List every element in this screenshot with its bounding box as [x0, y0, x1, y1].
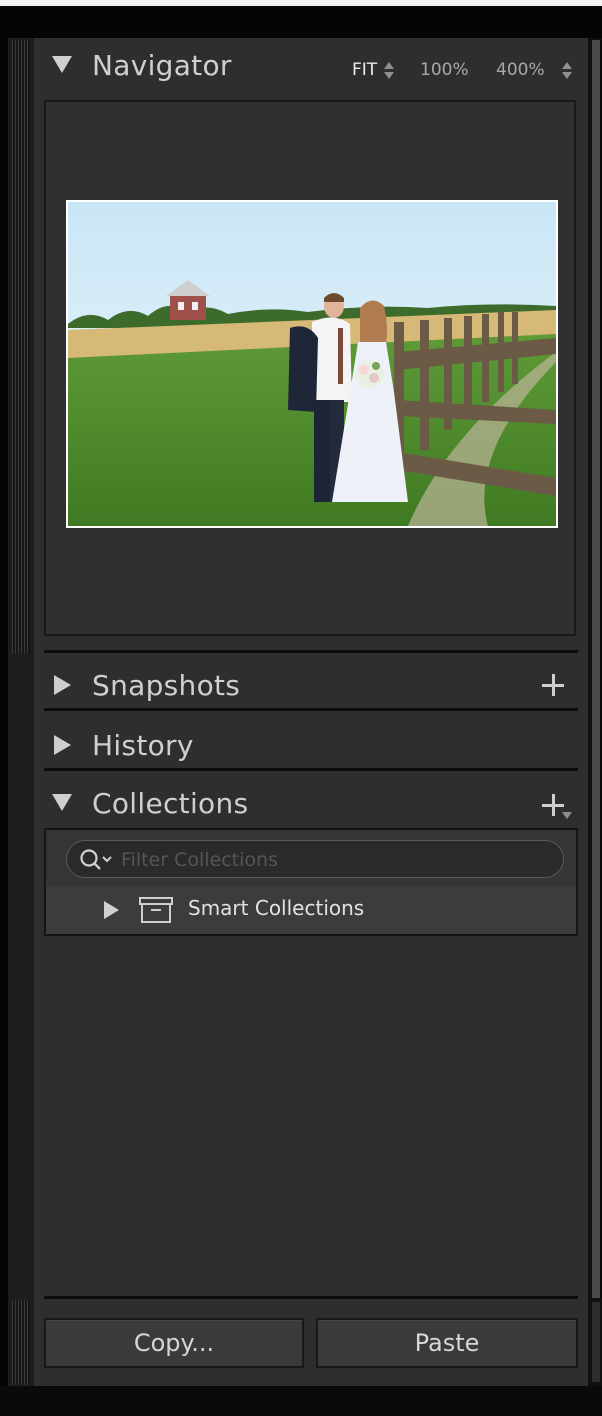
zoom-up-icon[interactable]	[384, 62, 394, 69]
panel-resize-grip[interactable]	[12, 40, 30, 654]
collections-list: Smart Collections	[44, 828, 578, 936]
section-divider	[44, 708, 578, 711]
navigator-header[interactable]: Navigator FIT 100% 400%	[34, 38, 588, 94]
triangle-right-icon[interactable]	[54, 675, 71, 695]
list-item-smart-collections[interactable]: Smart Collections	[46, 886, 576, 934]
navigator-thumbnail[interactable]	[66, 200, 558, 528]
history-title: History	[92, 729, 194, 762]
collections-header[interactable]: Collections	[34, 776, 588, 832]
collection-set-icon	[138, 896, 174, 928]
zoom-fit-option[interactable]: FIT	[352, 60, 377, 80]
zoom-more-up-icon[interactable]	[562, 62, 572, 69]
triangle-right-icon[interactable]	[54, 735, 71, 755]
triangle-down-icon[interactable]	[52, 794, 72, 811]
zoom-400-option[interactable]: 400%	[496, 60, 545, 80]
plus-icon[interactable]	[542, 674, 564, 696]
zoom-100-option[interactable]: 100%	[420, 60, 469, 80]
triangle-right-icon[interactable]	[104, 901, 119, 919]
history-header[interactable]: History	[34, 718, 588, 774]
snapshots-header[interactable]: Snapshots	[34, 658, 588, 714]
snapshots-title: Snapshots	[92, 669, 241, 702]
chevron-down-icon[interactable]	[562, 812, 572, 819]
collection-label: Smart Collections	[188, 896, 365, 920]
zoom-more-down-icon[interactable]	[562, 72, 572, 79]
collections-title: Collections	[92, 787, 249, 820]
zoom-down-icon[interactable]	[384, 72, 394, 79]
left-panel: Navigator FIT 100% 400% Snapshots Histor…	[34, 38, 588, 1386]
filmstrip-toolbar	[0, 1386, 602, 1416]
panel-scrollbar[interactable]	[588, 38, 602, 1386]
section-divider	[44, 650, 578, 653]
paste-button[interactable]: Paste	[316, 1318, 578, 1368]
filter-collections-input[interactable]	[119, 847, 553, 873]
triangle-down-icon[interactable]	[52, 56, 72, 73]
search-icon[interactable]	[79, 848, 115, 874]
section-divider	[44, 1296, 578, 1299]
panel-resize-grip-bottom[interactable]	[12, 1300, 30, 1385]
scrollbar-thumb[interactable]	[592, 40, 602, 1298]
scrollbar-track-lower	[592, 1302, 600, 1382]
section-divider	[44, 768, 578, 771]
navigator-title: Navigator	[92, 49, 232, 82]
filter-collections-field[interactable]	[66, 840, 564, 878]
top-bar	[0, 6, 602, 38]
copy-button[interactable]: Copy...	[44, 1318, 304, 1368]
add-collection-plus-icon[interactable]	[542, 794, 564, 816]
navigator-preview[interactable]	[44, 100, 576, 636]
